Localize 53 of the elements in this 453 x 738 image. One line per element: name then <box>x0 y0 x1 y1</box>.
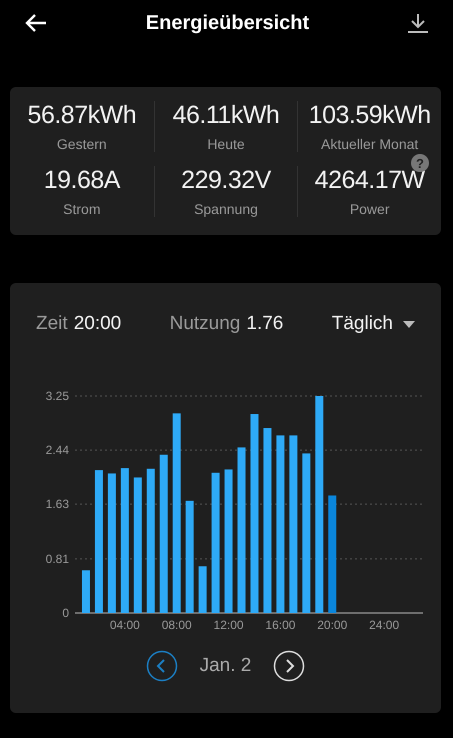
y-tick-label: 0 <box>62 606 69 620</box>
stat-label: Heute <box>207 136 245 152</box>
date-label: Jan. 2 <box>200 655 252 677</box>
y-tick-label: 2.44 <box>46 443 69 458</box>
bar[interactable] <box>263 428 272 613</box>
bar[interactable] <box>146 468 155 613</box>
usage-value: 1.76 <box>246 313 284 335</box>
period-dropdown[interactable]: Täglich <box>332 313 415 335</box>
bar[interactable] <box>302 453 310 613</box>
x-tick-label: 24:00 <box>369 618 400 632</box>
bar[interactable] <box>212 472 220 613</box>
bar[interactable] <box>172 413 181 613</box>
page-title: Energieübersicht <box>146 12 310 34</box>
stat-label: Power <box>350 201 390 217</box>
x-tick-label: 20:00 <box>317 618 348 632</box>
stat-label: Gestern <box>56 136 107 152</box>
x-tick-label: 08:00 <box>162 618 192 632</box>
stat-label: Spannung <box>194 201 258 217</box>
y-tick-label: 3.25 <box>46 389 69 403</box>
stat-value: 56.87kWh <box>28 101 136 130</box>
y-tick-label: 0.81 <box>46 552 69 566</box>
time-label: Zeit <box>36 313 68 335</box>
stat-value: 46.11kWh <box>172 101 280 130</box>
bar[interactable] <box>134 477 142 613</box>
bar[interactable] <box>82 570 90 613</box>
x-tick-label: 12:00 <box>214 618 244 632</box>
x-tick-label: 16:00 <box>265 618 296 632</box>
stat-label: Strom <box>63 201 100 217</box>
stat-value: 229.32V <box>181 166 271 195</box>
previous-day-icon[interactable] <box>146 650 178 682</box>
bar[interactable] <box>289 435 298 613</box>
bar[interactable] <box>120 468 129 613</box>
help-icon[interactable]: ? <box>411 154 429 172</box>
bar[interactable] <box>250 414 258 613</box>
bar[interactable] <box>276 435 284 613</box>
usage-label: Nutzung <box>170 313 240 335</box>
download-icon[interactable] <box>406 12 429 34</box>
caret-icon <box>403 320 415 328</box>
time-value: 20:00 <box>74 313 122 335</box>
bar[interactable] <box>94 470 103 613</box>
bar[interactable] <box>108 473 116 613</box>
stat-value: 19.68A <box>44 166 120 195</box>
back-icon[interactable] <box>24 13 48 33</box>
bar[interactable] <box>315 396 324 613</box>
bar[interactable] <box>186 500 194 613</box>
y-tick-label: 1.63 <box>46 497 69 512</box>
bar[interactable] <box>198 566 207 613</box>
next-day-icon[interactable] <box>273 650 306 682</box>
x-tick-label: 04:00 <box>110 618 140 632</box>
bar[interactable] <box>238 447 246 613</box>
stat-label: Aktueller Monat <box>321 136 418 152</box>
bar[interactable] <box>224 469 233 613</box>
stat-value: 103.59kWh <box>308 101 431 130</box>
